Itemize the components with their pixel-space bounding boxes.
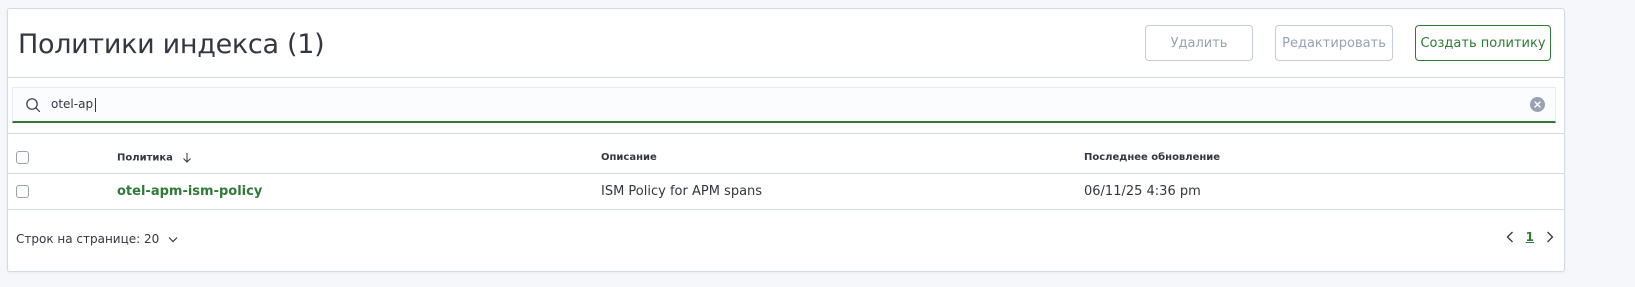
table-header: Политика Описание Последнее обновление	[8, 143, 1564, 174]
column-header-updated: Последнее обновление	[1084, 152, 1221, 163]
table-divider	[8, 133, 1564, 134]
page-number-current[interactable]: 1	[1526, 230, 1534, 244]
text-caret	[95, 98, 96, 112]
chevron-right-icon[interactable]	[1546, 231, 1554, 243]
chevron-left-icon[interactable]	[1506, 231, 1514, 243]
search-input[interactable]	[51, 88, 1521, 120]
select-all-checkbox[interactable]	[16, 151, 29, 164]
search-icon	[26, 98, 41, 113]
create-policy-button[interactable]: Создать политику	[1415, 25, 1551, 61]
delete-button[interactable]: Удалить	[1145, 25, 1253, 61]
table-row: otel-apm-ism-policy ISM Policy for APM s…	[8, 174, 1564, 210]
panel-header: Политики индекса (1) Удалить Редактирова…	[8, 9, 1564, 78]
rows-per-page-label: Строк на странице: 20	[16, 232, 160, 246]
index-policies-panel: Политики индекса (1) Удалить Редактирова…	[7, 8, 1565, 272]
column-header-policy[interactable]: Политика	[117, 152, 192, 164]
rows-per-page-selector[interactable]: Строк на странице: 20	[16, 232, 178, 246]
column-header-description: Описание	[601, 152, 657, 163]
policy-last-updated: 06/11/25 4:36 pm	[1084, 184, 1201, 199]
arrow-down-icon	[183, 153, 192, 163]
pagination: 1	[1506, 230, 1554, 244]
chevron-down-icon	[168, 236, 178, 242]
row-checkbox[interactable]	[16, 185, 29, 198]
clear-icon[interactable]	[1530, 97, 1545, 112]
search-bar	[12, 87, 1556, 123]
edit-button[interactable]: Редактировать	[1275, 25, 1393, 61]
page-title: Политики индекса (1)	[18, 29, 325, 60]
policy-description: ISM Policy for APM spans	[601, 184, 763, 199]
policy-name-link[interactable]: otel-apm-ism-policy	[117, 184, 262, 199]
